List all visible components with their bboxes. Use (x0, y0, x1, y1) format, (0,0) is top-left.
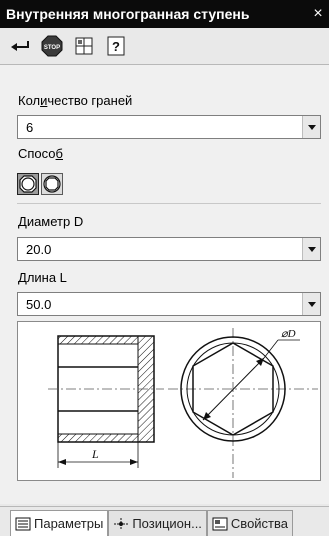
method-circumscribed-button[interactable] (17, 173, 39, 195)
diameter-dim-label: ⌀D (281, 328, 296, 340)
toolbar: STOP ? (0, 28, 329, 64)
tab-position-label: Позицион... (132, 516, 202, 531)
window-title: Внутренняя многогранная ступень (6, 6, 250, 22)
faces-combo[interactable]: 6 (17, 115, 321, 139)
diameter-label: Диаметр D (18, 214, 83, 229)
chevron-down-icon[interactable] (302, 116, 320, 138)
preview-drawing: L ⌀D (17, 321, 321, 481)
tab-properties[interactable]: Свойства (206, 510, 294, 536)
faces-value[interactable]: 6 (18, 120, 302, 135)
length-value[interactable]: 50.0 (18, 297, 302, 312)
tab-bar: Параметры Позицион... Свойства (0, 506, 329, 536)
diameter-value[interactable]: 20.0 (18, 242, 302, 257)
parameters-tab-icon (15, 517, 31, 530)
side-view: L (48, 335, 164, 468)
faces-label-post: чество граней (47, 93, 133, 108)
tab-properties-label: Свойства (230, 516, 289, 531)
help-icon-label: ? (112, 39, 120, 54)
length-label: Длина L (18, 270, 67, 285)
enter-arrow-icon[interactable] (8, 34, 32, 58)
method-label-pre: Спосо (18, 146, 56, 161)
method-label-ul: б (55, 146, 63, 161)
diameter-label-post: иаметр D (26, 214, 84, 229)
stop-icon[interactable]: STOP (40, 34, 64, 58)
properties-tab-icon (212, 517, 228, 530)
method-label: Способ (18, 146, 63, 161)
tab-parameters[interactable]: Параметры (10, 510, 109, 536)
properties-panel: Внутренняя многогранная ступень × STOP ?… (0, 0, 329, 536)
close-icon[interactable]: × (307, 5, 329, 23)
chevron-down-icon[interactable] (302, 293, 320, 315)
position-tab-icon (114, 517, 129, 530)
title-bar[interactable]: Внутренняя многогранная ступень × (0, 0, 329, 28)
length-label-ul: Д (18, 270, 27, 285)
parameters-content: Количество граней 6 Способ Диаметр D 20.… (0, 64, 329, 504)
faces-label-pre: Кол (18, 93, 41, 108)
length-dim-label: L (91, 447, 99, 461)
separator (17, 203, 321, 204)
front-view: ⌀D (168, 328, 318, 478)
step-drawing-svg: L ⌀D (48, 328, 318, 478)
length-combo[interactable]: 50.0 (17, 292, 321, 316)
diameter-label-ul: Д (18, 214, 27, 229)
tab-parameters-label: Параметры (34, 516, 104, 531)
help-icon[interactable]: ? (104, 34, 128, 58)
tab-position[interactable]: Позицион... (108, 510, 207, 536)
method-inscribed-button[interactable] (41, 173, 63, 195)
stop-icon-label: STOP (44, 45, 60, 51)
diameter-combo[interactable]: 20.0 (17, 237, 321, 261)
grid-icon[interactable] (72, 34, 96, 58)
chevron-down-icon[interactable] (302, 238, 320, 260)
faces-label: Количество граней (18, 93, 132, 108)
length-label-post: лина L (26, 270, 67, 285)
